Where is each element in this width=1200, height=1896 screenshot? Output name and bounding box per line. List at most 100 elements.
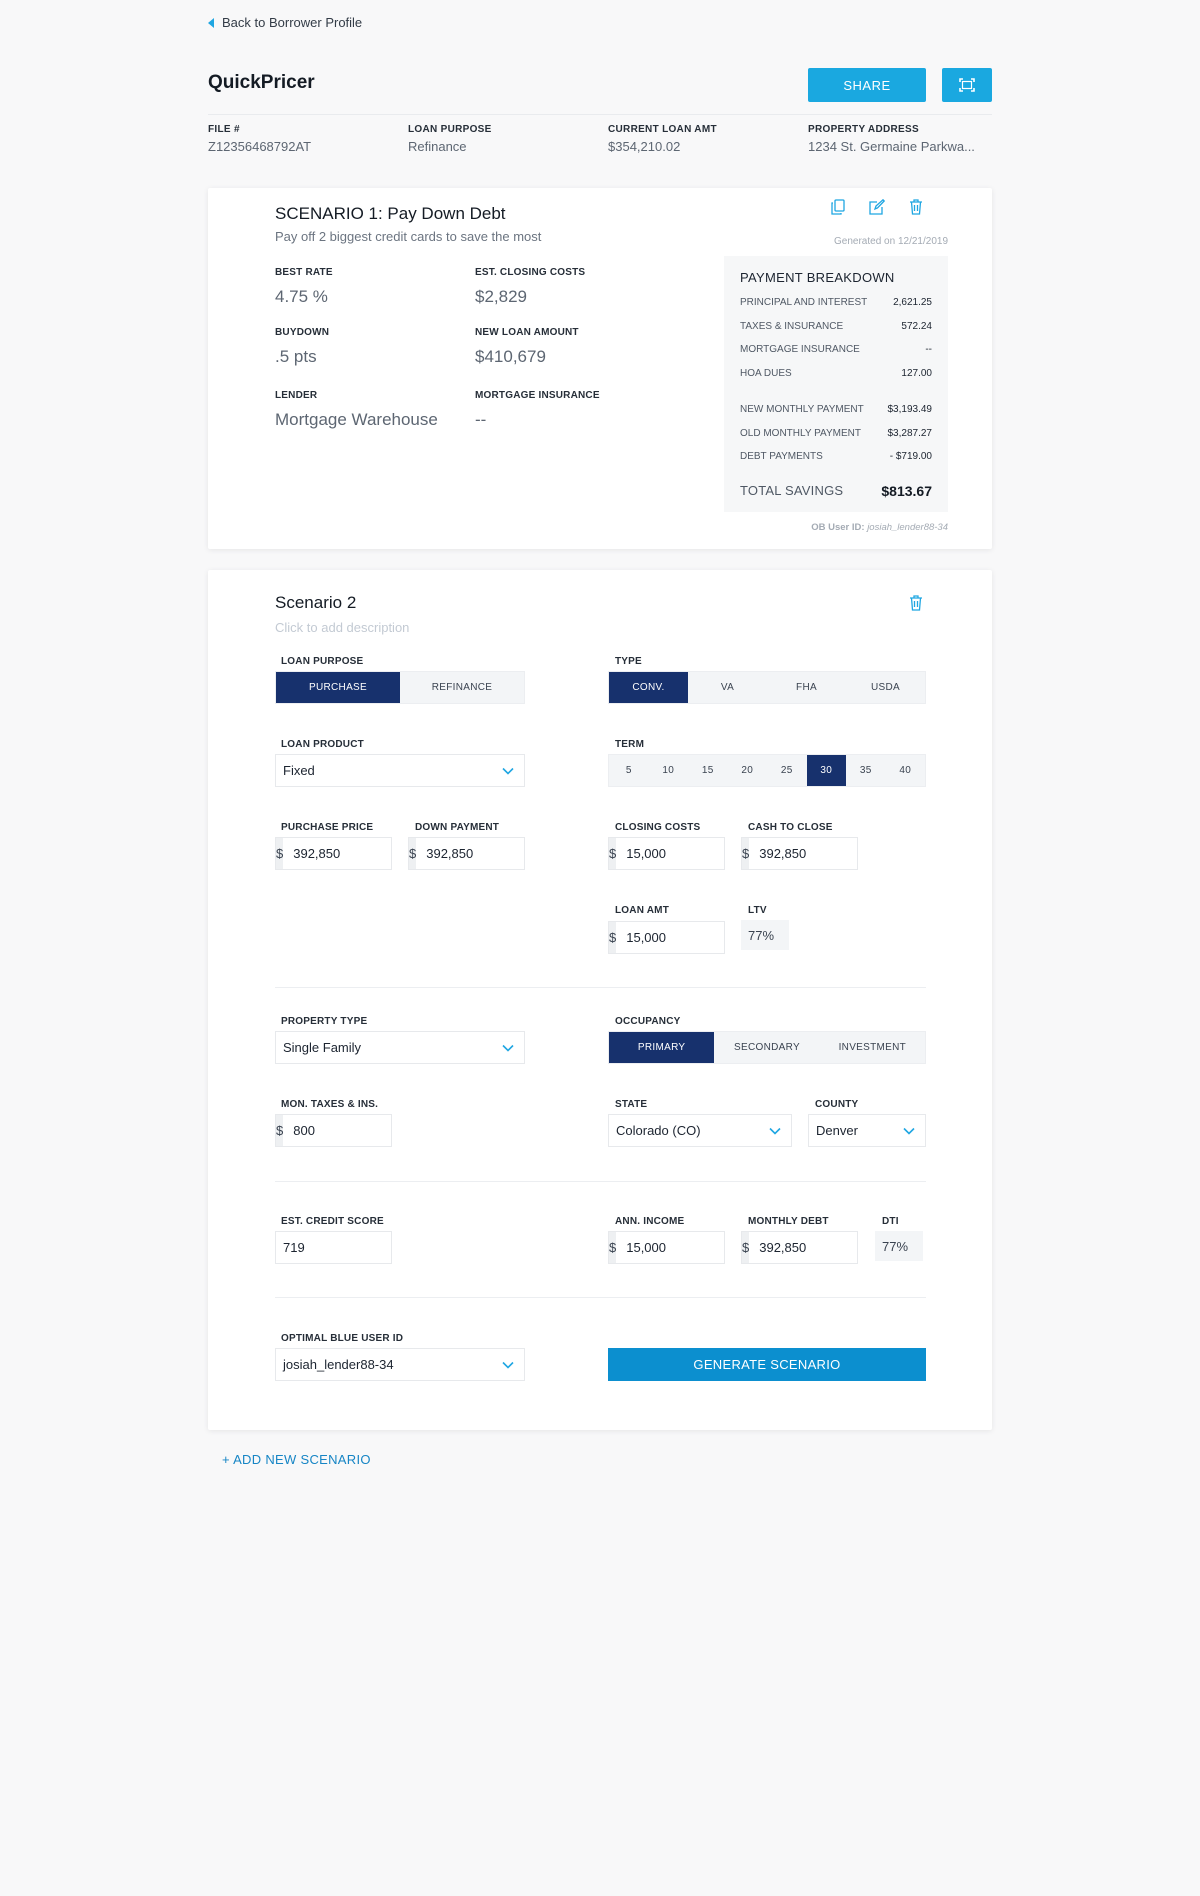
currency-symbol: $ xyxy=(409,838,417,869)
type-usda[interactable]: USDA xyxy=(846,672,925,703)
term-label: TERM xyxy=(615,739,645,750)
term-25[interactable]: 25 xyxy=(767,755,807,786)
closing-costs-label: EST. CLOSING COSTS xyxy=(475,267,586,278)
breakdown-row-value: - $719.00 xyxy=(889,451,932,463)
breakdown-row-value: -- xyxy=(925,344,932,356)
scenario-1-card: SCENARIO 1: Pay Down Debt Pay off 2 bigg… xyxy=(208,188,992,549)
breakdown-row-label: OLD MONTHLY PAYMENT xyxy=(740,427,861,439)
lender-value: Mortgage Warehouse xyxy=(275,410,438,429)
term-20[interactable]: 20 xyxy=(728,755,768,786)
property-address-label: PROPERTY ADDRESS xyxy=(808,124,919,135)
loan-purpose-purchase[interactable]: PURCHASE xyxy=(276,672,400,703)
down-payment-input[interactable] xyxy=(416,838,603,869)
delete-scenario-2-button[interactable] xyxy=(905,592,927,614)
type-fha[interactable]: FHA xyxy=(767,672,846,703)
delete-scenario-1-button[interactable] xyxy=(905,196,927,218)
breakdown-row-label: DEBT PAYMENTS xyxy=(740,451,823,463)
scenario-2-title: Scenario 2 xyxy=(275,593,357,612)
file-number-value: Z12356468792AT xyxy=(208,139,312,154)
ob-user-id-select[interactable]: josiah_lender88-34 xyxy=(275,1348,525,1381)
property-type-select[interactable]: Single Family xyxy=(275,1031,525,1064)
generate-scenario-button[interactable]: GENERATE SCENARIO xyxy=(608,1348,926,1381)
occupancy-investment[interactable]: INVESTMENT xyxy=(820,1032,925,1063)
page-title: QuickPricer xyxy=(208,72,315,93)
type-va[interactable]: VA xyxy=(688,672,767,703)
occupancy-label: OCCUPANCY xyxy=(615,1016,681,1027)
ann-income-field: $ xyxy=(608,1231,803,1264)
term-40[interactable]: 40 xyxy=(886,755,926,786)
currency-symbol: $ xyxy=(276,1115,284,1146)
loan-product-label: LOAN PRODUCT xyxy=(281,739,364,750)
type-conv[interactable]: CONV. xyxy=(609,672,688,703)
term-5[interactable]: 5 xyxy=(609,755,649,786)
currency-symbol: $ xyxy=(609,838,617,869)
breakdown-row: NEW MONTHLY PAYMENT $3,193.49 xyxy=(740,398,932,422)
scenario-2-card: Scenario 2 Click to add description LOAN… xyxy=(208,570,992,1430)
breakdown-row-label: HOA DUES xyxy=(740,367,792,379)
property-address-field: PROPERTY ADDRESS 1234 St. Germaine Parkw… xyxy=(808,124,975,154)
current-loan-amt-field: CURRENT LOAN AMT $354,210.02 xyxy=(608,124,717,154)
term-toggle: 5 10 15 20 25 30 35 40 xyxy=(608,754,926,787)
file-number-label: FILE # xyxy=(208,124,240,135)
share-button[interactable]: SHARE xyxy=(808,68,926,102)
currency-symbol: $ xyxy=(742,838,750,869)
monthly-debt-field: $ xyxy=(741,1231,936,1264)
file-number-field: FILE # Z12356468792AT xyxy=(208,124,311,154)
loan-purpose-refinance[interactable]: REFINANCE xyxy=(400,672,524,703)
breakdown-row-label: NEW MONTHLY PAYMENT xyxy=(740,404,864,416)
term-10[interactable]: 10 xyxy=(649,755,689,786)
copy-scenario-button[interactable] xyxy=(827,196,849,218)
loan-amt-field: $ xyxy=(608,921,803,954)
ltv-value: 77% xyxy=(741,920,789,950)
currency-symbol: $ xyxy=(742,1232,750,1263)
ob-user-id-value: josiah_lender88-34 xyxy=(283,1357,394,1372)
occupancy-primary[interactable]: PRIMARY xyxy=(609,1032,715,1063)
add-new-scenario-link[interactable]: + ADD NEW SCENARIO xyxy=(222,1452,371,1467)
section-divider xyxy=(275,1297,926,1298)
breakdown-row-value: 572.24 xyxy=(901,320,932,332)
back-to-borrower-profile-link[interactable]: Back to Borrower Profile xyxy=(208,15,362,30)
cash-to-close-label: CASH TO CLOSE xyxy=(748,822,833,833)
loan-purpose-label: LOAN PURPOSE xyxy=(408,124,492,135)
ob-user-id-value: josiah_lender88-34 xyxy=(867,522,948,533)
loan-purpose-label: LOAN PURPOSE xyxy=(281,656,364,667)
state-select[interactable]: Colorado (CO) xyxy=(608,1114,792,1147)
mortgage-insurance-label: MORTGAGE INSURANCE xyxy=(475,390,600,401)
credit-score-input[interactable] xyxy=(275,1231,392,1264)
scenario-2-description-input[interactable]: Click to add description xyxy=(275,620,409,635)
loan-amt-label: LOAN AMT xyxy=(615,905,669,916)
county-select[interactable]: Denver xyxy=(808,1114,926,1147)
credit-score-label: EST. CREDIT SCORE xyxy=(281,1216,384,1227)
best-rate-value: 4.75 % xyxy=(275,287,328,306)
scenario-1-title: SCENARIO 1: Pay Down Debt xyxy=(275,204,506,223)
currency-symbol: $ xyxy=(609,1232,617,1263)
term-35[interactable]: 35 xyxy=(846,755,886,786)
payment-breakdown-panel: PAYMENT BREAKDOWN PRINCIPAL AND INTEREST… xyxy=(724,256,948,512)
new-loan-amount-label: NEW LOAN AMOUNT xyxy=(475,327,579,338)
total-savings-row: TOTAL SAVINGS $813.67 xyxy=(740,483,932,499)
state-value: Colorado (CO) xyxy=(616,1123,701,1138)
fullscreen-button[interactable] xyxy=(942,68,992,102)
mon-taxes-input[interactable] xyxy=(283,1115,470,1146)
currency-symbol: $ xyxy=(276,838,284,869)
total-savings-label: TOTAL SAVINGS xyxy=(740,483,844,498)
occupancy-secondary[interactable]: SECONDARY xyxy=(714,1032,819,1063)
mon-taxes-field: $ xyxy=(275,1114,470,1147)
breakdown-row: OLD MONTHLY PAYMENT $3,287.27 xyxy=(740,422,932,446)
breakdown-row-label: MORTGAGE INSURANCE xyxy=(740,344,860,356)
county-value: Denver xyxy=(816,1123,858,1138)
edit-scenario-button[interactable] xyxy=(866,196,888,218)
breakdown-row: PRINCIPAL AND INTEREST 2,621.25 xyxy=(740,291,932,315)
edit-icon xyxy=(869,199,885,215)
loan-product-select[interactable]: Fixed xyxy=(275,754,525,787)
term-15[interactable]: 15 xyxy=(688,755,728,786)
closing-costs-label: CLOSING COSTS xyxy=(615,822,701,833)
breakdown-row: TAXES & INSURANCE 572.24 xyxy=(740,315,932,339)
purchase-price-label: PURCHASE PRICE xyxy=(281,822,374,833)
header-divider xyxy=(208,114,992,115)
term-30[interactable]: 30 xyxy=(806,755,846,786)
cash-to-close-input[interactable] xyxy=(749,838,936,869)
chevron-down-icon xyxy=(502,767,514,775)
breakdown-row-value: $3,287.27 xyxy=(887,427,933,439)
county-label: COUNTY xyxy=(815,1099,859,1110)
